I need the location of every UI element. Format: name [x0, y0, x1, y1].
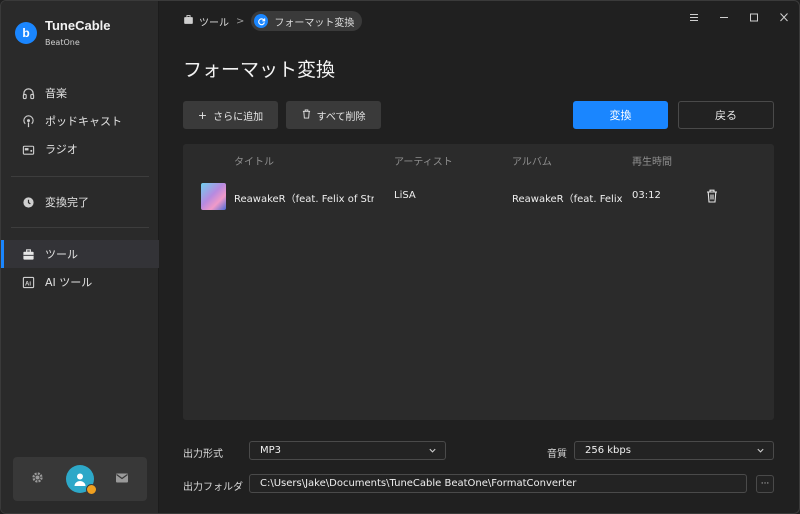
column-header-title: タイトル [234, 157, 274, 168]
breadcrumb-current: フォーマット変換 [251, 11, 363, 31]
close-icon[interactable] [779, 12, 789, 25]
page-title: フォーマット変換 [183, 59, 336, 81]
sidebar-divider [11, 227, 149, 228]
user-panel [13, 457, 147, 501]
convert-refresh-icon [254, 14, 269, 28]
sidebar-item-converted[interactable]: 変換完了 [1, 188, 159, 216]
sidebar-item-label: 音楽 [45, 87, 67, 100]
podcast-icon [21, 114, 35, 128]
plus-icon: + [197, 108, 208, 122]
headphones-icon [21, 86, 35, 100]
nav-converted: 変換完了 [1, 188, 159, 216]
app-name: TuneCable [45, 18, 111, 33]
output-folder-field[interactable]: C:\Users\Jake\Documents\TuneCable BeatOn… [249, 474, 747, 493]
sidebar-item-tools[interactable]: ツール [1, 240, 159, 268]
quality-label: 音質 [547, 449, 567, 460]
menu-icon[interactable] [689, 12, 699, 25]
toolbox-icon [21, 247, 35, 261]
breadcrumb-root[interactable]: ツール [199, 14, 229, 29]
track-table: タイトル アーティスト アルバム 再生時間 ReawakeR（feat. Fel… [183, 144, 774, 420]
breadcrumb-current-label: フォーマット変換 [274, 17, 355, 29]
column-header-duration: 再生時間 [632, 157, 672, 168]
main-panel: ツール > フォーマット変換 フォーマット変換 + さらに追加 すべて削除 変換… [159, 1, 799, 513]
breadcrumb-separator: > [236, 15, 245, 27]
column-header-album: アルバム [512, 157, 552, 168]
premium-badge-icon [85, 484, 97, 495]
logo-icon: b [15, 22, 37, 44]
radio-icon [21, 142, 35, 156]
add-more-button[interactable]: + さらに追加 [183, 101, 278, 129]
trash-icon [302, 109, 311, 122]
delete-row-trash-icon[interactable] [706, 189, 718, 206]
sidebar: b TuneCable BeatOne 音楽 ポッドキャスト ラジオ 変換完了 … [1, 1, 159, 513]
svg-text:Ai: Ai [24, 281, 30, 287]
app-logo: b TuneCable BeatOne [15, 17, 111, 47]
chevron-down-icon [756, 446, 765, 458]
convert-button[interactable]: 変換 [573, 101, 668, 129]
browse-folder-button[interactable]: ··· [756, 475, 774, 493]
track-artist: LiSA [394, 190, 416, 201]
sidebar-item-podcast[interactable]: ポッドキャスト [1, 107, 159, 135]
mail-icon[interactable] [115, 472, 129, 487]
sidebar-item-label: AI ツール [45, 276, 93, 289]
breadcrumb: ツール > フォーマット変換 [183, 11, 363, 31]
window-controls [689, 12, 789, 25]
app-window: b TuneCable BeatOne 音楽 ポッドキャスト ラジオ 変換完了 … [0, 0, 800, 514]
column-header-artist: アーティスト [394, 157, 453, 168]
nav-sources: 音楽 ポッドキャスト ラジオ [1, 79, 159, 163]
sidebar-item-label: 変換完了 [45, 196, 89, 209]
app-subtitle: BeatOne [45, 38, 80, 47]
quality-select[interactable]: 256 kbps [574, 441, 774, 460]
sidebar-divider [11, 176, 149, 177]
clock-icon [21, 195, 35, 209]
sidebar-item-radio[interactable]: ラジオ [1, 135, 159, 163]
track-duration: 03:12 [632, 190, 661, 201]
settings-gear-icon[interactable] [31, 471, 44, 487]
table-row[interactable]: ReawakeR（feat. Felix of Stra... LiSA Rea… [183, 178, 774, 214]
sidebar-item-label: ツール [45, 248, 78, 261]
minimize-icon[interactable] [719, 12, 729, 25]
avatar[interactable] [65, 465, 97, 495]
album-cover [201, 183, 226, 210]
track-title: ReawakeR（feat. Felix of Stra... [234, 194, 374, 205]
chevron-down-icon [428, 446, 437, 458]
back-button[interactable]: 戻る [678, 101, 774, 129]
output-format-select[interactable]: MP3 [249, 441, 446, 460]
delete-all-button[interactable]: すべて削除 [286, 101, 381, 129]
output-folder-label: 出力フォルダ [183, 482, 243, 493]
ai-icon: Ai [21, 275, 35, 289]
sidebar-item-label: ラジオ [45, 143, 78, 156]
sidebar-item-ai-tools[interactable]: Ai AI ツール [1, 268, 159, 296]
track-album: ReawakeR（feat. Felix... [512, 194, 622, 205]
toolbox-icon [183, 14, 194, 28]
maximize-icon[interactable] [749, 12, 759, 25]
sidebar-item-label: ポッドキャスト [45, 115, 122, 128]
output-format-label: 出力形式 [183, 449, 223, 460]
sidebar-item-music[interactable]: 音楽 [1, 79, 159, 107]
nav-tools: ツール Ai AI ツール [1, 240, 159, 296]
